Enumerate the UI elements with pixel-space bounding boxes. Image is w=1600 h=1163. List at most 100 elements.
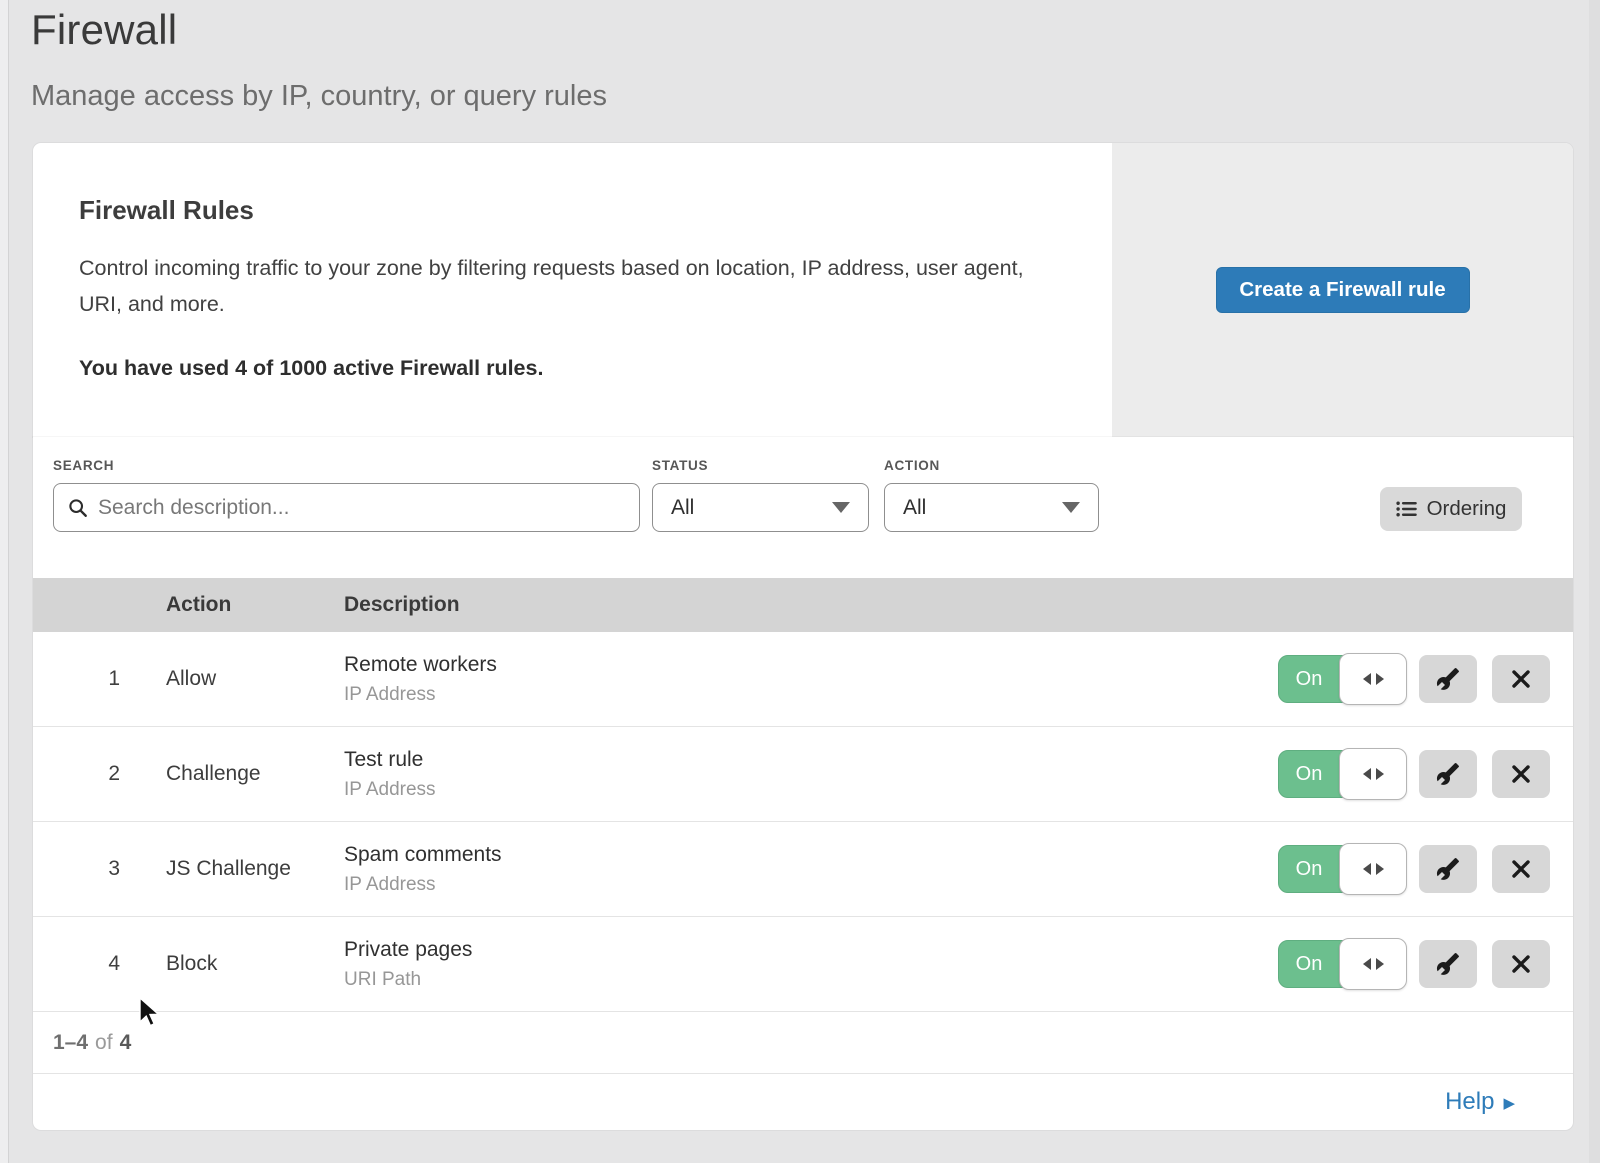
chevron-down-icon — [832, 502, 850, 513]
pagination-of: of — [95, 1031, 113, 1055]
rules-list-card: SEARCH STATUS All ACTION All — [33, 437, 1573, 1130]
arrow-right-icon — [1376, 768, 1384, 780]
table-header: Action Description — [33, 578, 1573, 632]
rule-controls: On — [1278, 940, 1550, 988]
toggle-on-label: On — [1278, 940, 1340, 988]
rule-action: Challenge — [166, 762, 344, 786]
rule-match-type: URI Path — [344, 969, 1278, 991]
rule-action: JS Challenge — [166, 857, 344, 881]
table-row: 4 Block Private pages URI Path On — [33, 917, 1573, 1012]
filters-bar: SEARCH STATUS All ACTION All — [33, 437, 1573, 578]
action-selected-value: All — [903, 496, 926, 520]
delete-rule-button[interactable] — [1492, 940, 1550, 988]
rule-controls: On — [1278, 750, 1550, 798]
window-left-edge — [0, 0, 9, 1163]
arrow-right-icon: ▶ — [1503, 1094, 1515, 1111]
status-selected-value: All — [671, 496, 694, 520]
rule-priority: 2 — [33, 762, 120, 786]
rule-enabled-toggle[interactable]: On — [1278, 845, 1405, 893]
arrow-right-icon — [1376, 863, 1384, 875]
close-icon — [1509, 857, 1533, 881]
firewall-rules-info: Firewall Rules Control incoming traffic … — [33, 143, 1112, 437]
close-icon — [1509, 762, 1533, 786]
rule-match-type: IP Address — [344, 684, 1278, 706]
rule-description: Test rule — [344, 748, 1278, 772]
page-subtitle: Manage access by IP, country, or query r… — [31, 80, 607, 113]
table-row: 1 Allow Remote workers IP Address On — [33, 632, 1573, 727]
help-link[interactable]: Help ▶ — [1445, 1088, 1515, 1116]
toggle-on-label: On — [1278, 750, 1340, 798]
chevron-down-icon — [1062, 502, 1080, 513]
rules-card-description: Control incoming traffic to your zone by… — [79, 250, 1034, 322]
status-select[interactable]: All — [652, 483, 869, 532]
action-label: ACTION — [884, 458, 940, 473]
table-row: 2 Challenge Test rule IP Address On — [33, 727, 1573, 822]
toggle-on-label: On — [1278, 845, 1340, 893]
action-select[interactable]: All — [884, 483, 1099, 532]
rule-enabled-toggle[interactable]: On — [1278, 655, 1405, 703]
rule-action: Block — [166, 952, 344, 976]
wrench-icon — [1436, 857, 1460, 881]
rules-card-title: Firewall Rules — [79, 195, 1052, 226]
rule-priority: 3 — [33, 857, 120, 881]
toggle-knob[interactable] — [1339, 938, 1407, 990]
help-link-label: Help — [1445, 1088, 1494, 1116]
rule-match-type: IP Address — [344, 874, 1278, 896]
search-label: SEARCH — [53, 458, 114, 473]
close-icon — [1509, 952, 1533, 976]
rule-match-type: IP Address — [344, 779, 1278, 801]
edit-rule-button[interactable] — [1419, 655, 1477, 703]
search-field[interactable] — [53, 483, 640, 532]
create-firewall-rule-button[interactable]: Create a Firewall rule — [1216, 267, 1470, 313]
rule-description: Spam comments — [344, 843, 1278, 867]
rule-description-cell: Private pages URI Path — [344, 938, 1278, 991]
wrench-icon — [1436, 762, 1460, 786]
arrow-right-icon — [1376, 673, 1384, 685]
arrow-left-icon — [1363, 863, 1371, 875]
rule-description: Private pages — [344, 938, 1278, 962]
edit-rule-button[interactable] — [1419, 750, 1477, 798]
rule-action: Allow — [166, 667, 344, 691]
arrow-left-icon — [1363, 673, 1371, 685]
card-footer: Help ▶ — [33, 1074, 1573, 1130]
rule-controls: On — [1278, 845, 1550, 893]
column-header-description: Description — [344, 578, 460, 632]
arrow-right-icon — [1376, 958, 1384, 970]
rule-description: Remote workers — [344, 653, 1278, 677]
toggle-knob[interactable] — [1339, 748, 1407, 800]
window-right-edge — [1589, 0, 1600, 1163]
wrench-icon — [1436, 952, 1460, 976]
toggle-knob[interactable] — [1339, 843, 1407, 895]
rule-description-cell: Remote workers IP Address — [344, 653, 1278, 706]
ordering-button-label: Ordering — [1427, 497, 1507, 521]
rules-table-body: 1 Allow Remote workers IP Address On — [33, 632, 1573, 1012]
rule-enabled-toggle[interactable]: On — [1278, 750, 1405, 798]
ordering-button[interactable]: Ordering — [1380, 487, 1522, 531]
delete-rule-button[interactable] — [1492, 655, 1550, 703]
rule-controls: On — [1278, 655, 1550, 703]
pagination: 1–4 of 4 — [33, 1012, 1573, 1074]
list-ordering-icon — [1396, 500, 1417, 518]
status-label: STATUS — [652, 458, 708, 473]
pagination-total: 4 — [120, 1031, 132, 1055]
rule-enabled-toggle[interactable]: On — [1278, 940, 1405, 988]
delete-rule-button[interactable] — [1492, 750, 1550, 798]
page-header: Firewall Manage access by IP, country, o… — [31, 6, 607, 113]
arrow-left-icon — [1363, 768, 1371, 780]
delete-rule-button[interactable] — [1492, 845, 1550, 893]
rule-description-cell: Spam comments IP Address — [344, 843, 1278, 896]
search-icon — [68, 498, 88, 518]
wrench-icon — [1436, 667, 1460, 691]
rule-priority: 4 — [33, 952, 120, 976]
edit-rule-button[interactable] — [1419, 845, 1477, 893]
create-rule-panel: Create a Firewall rule — [1112, 143, 1573, 437]
toggle-on-label: On — [1278, 655, 1340, 703]
edit-rule-button[interactable] — [1419, 940, 1477, 988]
toggle-knob[interactable] — [1339, 653, 1407, 705]
pagination-range: 1–4 — [53, 1031, 88, 1055]
search-input[interactable] — [98, 496, 625, 520]
page-title: Firewall — [31, 6, 607, 54]
table-row: 3 JS Challenge Spam comments IP Address … — [33, 822, 1573, 917]
firewall-rules-card: Firewall Rules Control incoming traffic … — [33, 143, 1573, 437]
column-header-action: Action — [166, 578, 231, 632]
